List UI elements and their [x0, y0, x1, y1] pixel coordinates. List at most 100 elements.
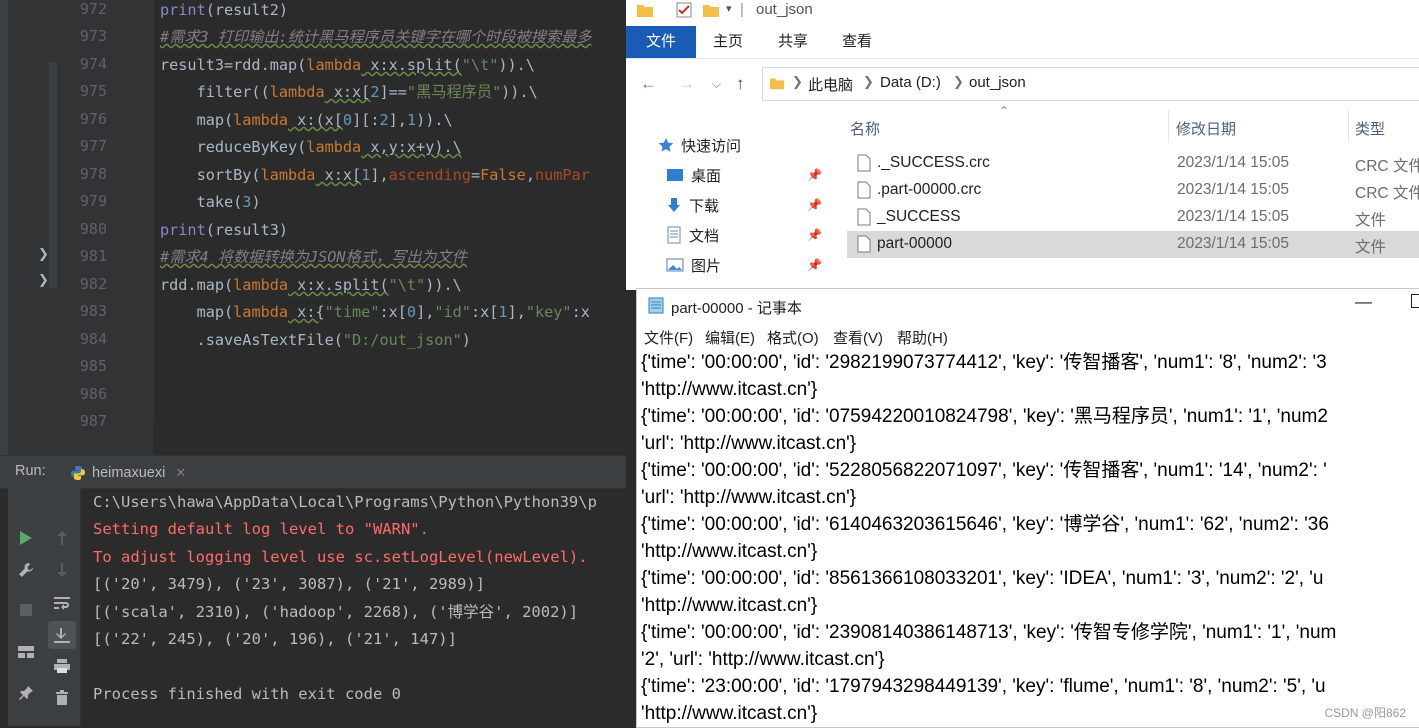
- breadcrumb-out-json[interactable]: out_json: [969, 74, 1026, 91]
- folder-icon[interactable]: [702, 2, 720, 18]
- nav-documents[interactable]: 文档: [666, 221, 719, 249]
- text-line: 'http://www.itcast.cn'}: [641, 703, 818, 724]
- text-line: 'http://www.itcast.cn'}: [641, 541, 818, 562]
- code-token: numPar: [534, 166, 590, 184]
- pin-icon[interactable]: [14, 681, 38, 705]
- wrench-icon[interactable]: [14, 558, 38, 582]
- tab-file[interactable]: 文件: [626, 26, 696, 58]
- run-tab[interactable]: heimaxuexi ✕: [70, 461, 186, 485]
- menu-file[interactable]: 文件(F): [644, 327, 693, 348]
- text-line: 'http://www.itcast.cn'}: [641, 595, 818, 616]
- menu-view[interactable]: 查看(V): [833, 327, 883, 348]
- file-type: 文件: [1355, 212, 1387, 229]
- nav-label: 桌面: [691, 167, 722, 185]
- code-token: print: [160, 1, 206, 19]
- text-line: 'http://www.itcast.cn'}: [641, 379, 818, 400]
- file-row[interactable]: _SUCCESS 2023/1/14 15:05 文件: [847, 204, 1419, 231]
- nav-quick-access[interactable]: 快速访问: [658, 131, 741, 159]
- console-line: [('22', 245), ('20', 196), ('21', 147)]: [93, 630, 457, 648]
- code-token: =: [470, 166, 481, 184]
- soft-wrap-icon[interactable]: [50, 591, 74, 615]
- file-date: 2023/1/14 15:05: [1177, 208, 1290, 225]
- stop-icon[interactable]: [14, 598, 38, 622]
- file-row[interactable]: .part-00000.crc 2023/1/14 15:05 CRC 文件: [847, 177, 1419, 204]
- chevron-right-icon[interactable]: ❯: [792, 74, 803, 90]
- trash-icon[interactable]: [50, 686, 74, 710]
- forward-arrow-icon[interactable]: →: [678, 74, 695, 94]
- code-line: map(lambda x:(x[0][:2],1)).\: [160, 107, 453, 134]
- pin-icon[interactable]: 📌: [807, 258, 822, 272]
- folder-icon[interactable]: [636, 2, 654, 18]
- chevron-right-icon[interactable]: ❯: [953, 74, 964, 90]
- code-token: print: [160, 221, 206, 239]
- notepad-icon: [648, 297, 664, 314]
- file-row-selected[interactable]: part-00000 2023/1/14 15:05 文件: [847, 231, 1419, 258]
- window-title: out_json: [756, 1, 813, 18]
- column-type[interactable]: 类型: [1355, 118, 1385, 139]
- file-row[interactable]: ._SUCCESS.crc 2023/1/14 15:05 CRC 文件: [847, 150, 1419, 177]
- code-token: )).\: [425, 276, 462, 294]
- code-token: False: [480, 166, 526, 184]
- pin-icon[interactable]: 📌: [807, 168, 822, 182]
- sort-arrow-icon: ⌃: [999, 104, 1010, 118]
- breadcrumb-data-drive[interactable]: Data (D:): [880, 74, 941, 91]
- scroll-to-end-icon[interactable]: [48, 621, 76, 649]
- line-number-gutter: 972 973 974 975 976 977 978 979 980 981 …: [8, 0, 153, 455]
- code-token: 1: [406, 111, 417, 129]
- line-number: 980: [79, 220, 107, 238]
- code-line: map(lambda x:{"time":x[0],"id":x[1],"key…: [160, 299, 590, 326]
- fold-region: [49, 62, 57, 288]
- code-token: 1: [361, 166, 371, 184]
- code-token: filter((: [160, 83, 270, 101]
- file-icon: [857, 235, 871, 253]
- address-bar[interactable]: ❯ 此电脑 ❯ Data (D:) ❯ out_json: [762, 67, 1419, 101]
- code-token: reduceByKey(: [160, 138, 307, 156]
- chevron-down-icon[interactable]: ▾: [726, 2, 732, 15]
- file-date: 2023/1/14 15:05: [1177, 154, 1290, 171]
- run-icon[interactable]: [14, 526, 38, 550]
- minimize-icon[interactable]: —: [1355, 292, 1372, 312]
- back-arrow-icon[interactable]: ←: [640, 74, 657, 94]
- code-token: lambda: [269, 83, 325, 101]
- code-token: ]==: [379, 83, 407, 101]
- code-editor[interactable]: print(result2) #需求3 打印输出:统计黑马程序员关键字在哪个时段…: [153, 0, 626, 455]
- code-line: result3=rdd.map(lambda x:x.split("\t")).…: [160, 52, 535, 79]
- breadcrumb-this-pc[interactable]: 此电脑: [808, 74, 853, 95]
- notepad-titlebar: part-00000 - 记事本 —: [637, 289, 1419, 321]
- file-type: CRC 文件: [1355, 185, 1419, 202]
- layout-icon[interactable]: [14, 640, 38, 664]
- tab-home[interactable]: 主页: [702, 26, 754, 58]
- checkbox-icon[interactable]: [676, 2, 692, 18]
- nav-pictures[interactable]: 图片: [666, 251, 721, 279]
- code-token: x,y:x+y).\: [361, 138, 462, 156]
- nav-desktop[interactable]: 桌面: [666, 161, 721, 189]
- menu-format[interactable]: 格式(O): [767, 327, 819, 348]
- up-arrow-icon[interactable]: ↑: [736, 74, 745, 94]
- code-line: .saveAsTextFile("D:/out_json"): [160, 327, 471, 354]
- chevron-right-icon[interactable]: ❯: [38, 246, 49, 262]
- code-line: take(3): [160, 189, 261, 216]
- line-number: 978: [79, 165, 107, 183]
- ribbon-tabs: 文件 主页 共享 查看: [626, 26, 1419, 59]
- tab-share[interactable]: 共享: [767, 26, 819, 58]
- tab-view[interactable]: 查看: [831, 26, 883, 58]
- menu-edit[interactable]: 编辑(E): [705, 327, 755, 348]
- menu-help[interactable]: 帮助(H): [897, 327, 948, 348]
- column-date[interactable]: 修改日期: [1176, 118, 1236, 139]
- pin-icon[interactable]: 📌: [807, 228, 822, 242]
- line-number: 972: [79, 0, 107, 18]
- arrow-up-icon[interactable]: [50, 526, 74, 550]
- maximize-icon[interactable]: [1411, 294, 1419, 308]
- column-name[interactable]: 名称: [850, 118, 880, 139]
- chevron-right-icon[interactable]: ❯: [863, 74, 874, 90]
- arrow-down-icon[interactable]: [50, 558, 74, 582]
- code-token: lambda: [260, 166, 316, 184]
- recent-dropdown-icon[interactable]: ⌵: [712, 77, 721, 92]
- close-icon[interactable]: ✕: [175, 465, 186, 481]
- print-icon[interactable]: [50, 654, 74, 678]
- nav-downloads[interactable]: 下载: [666, 191, 719, 219]
- chevron-right-icon[interactable]: ❯: [38, 272, 49, 288]
- line-number: 974: [79, 55, 107, 73]
- pin-icon[interactable]: 📌: [807, 198, 822, 212]
- code-token: ascending: [388, 166, 471, 184]
